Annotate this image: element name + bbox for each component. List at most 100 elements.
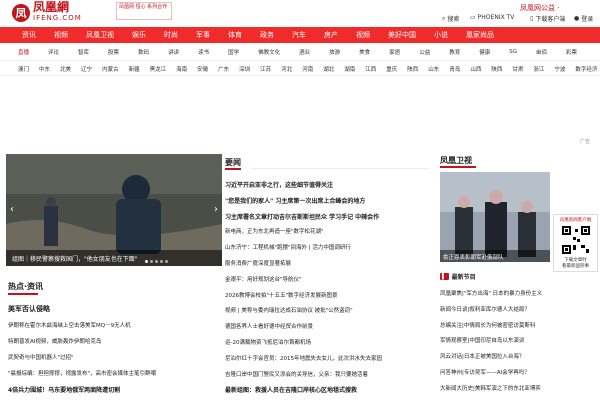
sub-nav-item[interactable]: 亩佰 <box>536 48 547 56</box>
city-nav-item[interactable]: 深圳 <box>239 65 250 73</box>
city-nav-item[interactable]: 内蒙古 <box>102 65 119 73</box>
hot-news-item[interactable]: 特朗普发AI视频，威胁轰炸伊朗哈克岛 <box>8 337 220 345</box>
tv-image-caption[interactable]: 俞正恩表彰朝军赴俄部队 <box>440 250 550 262</box>
prev-arrow-icon[interactable]: ‹ <box>10 204 14 215</box>
sub-nav-item[interactable]: 佛教文化 <box>258 48 280 56</box>
sub-nav-item[interactable]: 教育 <box>449 48 460 56</box>
city-nav-item[interactable]: 湖南 <box>344 65 355 73</box>
sub-nav-item[interactable]: 股票 <box>108 48 119 56</box>
sub-nav-item[interactable]: 旅游 <box>329 48 340 56</box>
sub-nav-item[interactable]: 家居 <box>389 48 400 56</box>
city-nav-item[interactable]: 数字经济 <box>575 65 597 73</box>
important-news-item[interactable]: 习近平开启亚非之行，这些细节值得关注 <box>225 180 433 189</box>
main-nav-item[interactable]: 小说 <box>434 30 448 40</box>
main-nav-item[interactable]: 体育 <box>228 30 242 40</box>
city-nav-item[interactable]: 河北 <box>281 65 292 73</box>
tv-program-item[interactable]: 总编关注|中情局长为何被密密访莫斯科 <box>440 321 596 329</box>
hot-news-item[interactable]: 4倍兵力围城！乌东要地俄军两面降遭切割 <box>8 385 220 394</box>
important-news-item[interactable]: 尼泊尔红十字会官员：2015年地震失去女儿，此次洪水失去家园 <box>225 354 433 362</box>
city-nav-item[interactable]: 山东 <box>428 65 439 73</box>
main-nav-item[interactable]: 凤凰卫视 <box>86 30 114 40</box>
search-link[interactable]: ⌕ 搜索 <box>442 14 459 24</box>
city-nav-item[interactable]: 宁波 <box>554 65 565 73</box>
main-nav-item[interactable]: 美好中国 <box>388 30 416 40</box>
phoenix-tv-image[interactable]: 俞正恩表彰朝军赴俄部队 <box>440 172 550 262</box>
sub-nav-item[interactable]: 彩票 <box>566 48 577 56</box>
main-nav-item[interactable]: 政务 <box>260 30 274 40</box>
city-nav-item[interactable]: 辽宁 <box>81 65 92 73</box>
city-nav-item[interactable]: 重庆 <box>386 65 397 73</box>
hot-news-item[interactable]: "晨报综编：担担撑撑，视露发布"，高市密会媒体主笔引群嘲 <box>8 369 220 377</box>
sub-nav-item[interactable]: 讲讲 <box>168 48 179 56</box>
city-nav-item[interactable]: 北美 <box>60 65 71 73</box>
city-nav-item[interactable]: 安徽 <box>197 65 208 73</box>
city-nav-item[interactable]: 甘肃 <box>512 65 523 73</box>
slide-dot[interactable] <box>155 260 158 263</box>
important-news-item[interactable]: 山东济宁：工程机械"跑摆"间海外 | 活力中国调研行 <box>225 243 433 251</box>
slide-dot[interactable] <box>165 260 168 263</box>
city-nav-item[interactable]: 黑龙江 <box>150 65 167 73</box>
important-news-item[interactable]: 习主席署名文章打动吉尔吉斯斯坦民众 学习手记 中辣会作 <box>225 212 433 221</box>
phoenix-tv-link[interactable]: ▭ PHOENIX TV <box>470 14 514 21</box>
important-news-item[interactable]: 金艰平：用好规划这台"导航仪" <box>225 275 433 283</box>
city-nav-item[interactable]: 广东 <box>218 65 229 73</box>
sub-nav-item[interactable]: 国学 <box>228 48 239 56</box>
important-news-item[interactable]: 2026教博会校拍"十五五"数字经济发展新图景 <box>225 291 433 299</box>
important-news-item[interactable]: 吉隆口岸中国门警民又添会的关导信，父亲：我只要她活着 <box>225 370 433 378</box>
main-nav-item[interactable]: 资讯 <box>22 30 36 40</box>
main-nav-item[interactable]: 视频 <box>356 30 370 40</box>
sub-nav-item[interactable]: 智库 <box>78 48 89 56</box>
main-nav-item[interactable]: 时尚 <box>164 30 178 40</box>
main-nav-item[interactable]: 军事 <box>196 30 210 40</box>
city-nav-item[interactable]: 江西 <box>365 65 376 73</box>
tv-program-item[interactable]: 新闻今日谈|叙利亚库尔德人大结局？ <box>440 305 596 313</box>
app-qr-panel[interactable]: 凤凰新闻客户端 下载文章时 看最新国际事 <box>553 214 598 272</box>
login-link[interactable]: ● 登录 <box>574 14 593 23</box>
slide-dot[interactable] <box>160 260 163 263</box>
download-link[interactable]: ▯ 下载客户端 <box>530 14 565 23</box>
tv-program-item[interactable]: 凤凰聚焦|"军方出海" 日本的暴力身份主义 <box>440 289 596 297</box>
hot-news-subtitle[interactable]: 美军否认侵略 <box>8 304 50 314</box>
important-news-item[interactable]: "您是我们的家人" 习主席第一次出席上合峰会的地方 <box>225 196 433 205</box>
charity-link[interactable]: 凤凰网公益 · <box>520 3 559 13</box>
tv-program-item[interactable]: 问答神州|专访吴军——AI会学再吗？ <box>440 368 596 376</box>
hot-news-item[interactable]: 伊朗称在霍尔木兹海峡上空击落美军MQ－9无人机 <box>8 321 220 329</box>
sub-nav-item[interactable]: SG <box>509 49 517 55</box>
photo-slideshow[interactable]: ‹ › 组图｜移民警察搜救国门，"他女朋友也在下面" <box>6 154 222 266</box>
main-nav-item[interactable]: 视频 <box>54 30 68 40</box>
main-nav-item[interactable]: 房产 <box>324 30 338 40</box>
sub-nav-item[interactable]: 评论 <box>48 48 59 56</box>
sub-nav-item[interactable]: 酒业 <box>299 48 310 56</box>
city-nav-item[interactable]: 陕西 <box>407 65 418 73</box>
city-nav-item[interactable]: 河南 <box>302 65 313 73</box>
city-nav-item[interactable]: 湖北 <box>323 65 334 73</box>
city-nav-item[interactable]: 青岛 <box>449 65 460 73</box>
sub-nav-item[interactable]: 读书 <box>198 48 209 56</box>
slide-dot[interactable] <box>150 260 153 263</box>
city-nav-item[interactable]: 澳门 <box>18 65 29 73</box>
city-nav-item[interactable]: 新疆 <box>129 65 140 73</box>
city-nav-item[interactable]: 中东 <box>39 65 50 73</box>
top-ad-banner[interactable]: 凤凰网 恒心 系列合作 <box>116 2 172 20</box>
hot-news-item[interactable]: 武契奇与中国机器人"过招" <box>8 353 220 361</box>
main-nav-item[interactable]: 汽车 <box>292 30 306 40</box>
city-nav-item[interactable]: 浙江 <box>533 65 544 73</box>
city-nav-item[interactable]: 山西 <box>470 65 481 73</box>
city-nav-item[interactable]: 陕西 <box>491 65 502 73</box>
important-news-item[interactable]: 视频 | 美称与委内瑞拉达成石油协议 被批"公然盗窃" <box>225 306 433 314</box>
slide-caption[interactable]: 组图｜移民警察搜救国门，"他女朋友也在下面" <box>6 250 222 266</box>
tv-program-item[interactable]: 军情观察室|中国印尼自岛以东演训 <box>440 336 596 344</box>
city-nav-item[interactable]: 江苏 <box>260 65 271 73</box>
sub-nav-item[interactable]: 美食 <box>359 48 370 56</box>
ifeng-logo[interactable]: 凤 凤凰網 IFENG.COM <box>12 1 82 23</box>
tv-program-item[interactable]: 风云对话|日本正被美国拉入台海？ <box>440 352 596 360</box>
city-nav-item[interactable]: 海南 <box>176 65 187 73</box>
main-nav-item[interactable]: 娱乐 <box>132 30 146 40</box>
important-news-item[interactable]: 运-20满载物资飞抵尼泊尔首都机场 <box>225 338 433 346</box>
important-news-item[interactable]: 德国各界人士看好德中经贸合作前景 <box>225 322 433 330</box>
slide-dot[interactable] <box>145 260 148 263</box>
sub-nav-item[interactable]: 直播 <box>18 48 29 56</box>
sub-nav-item[interactable]: 公益 <box>419 48 430 56</box>
important-news-item[interactable]: 服务消费广度深度显著拓展 <box>225 259 433 267</box>
sub-nav-item[interactable]: 健康 <box>479 48 490 56</box>
